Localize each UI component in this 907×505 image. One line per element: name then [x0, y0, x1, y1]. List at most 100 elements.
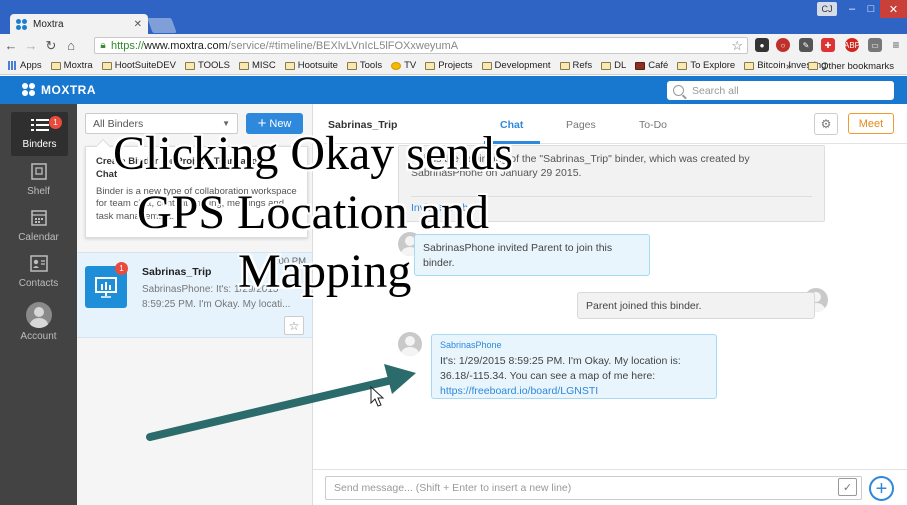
message-input[interactable]: Send message... (Shift + Enter to insert…: [325, 476, 862, 500]
bookmark-cafe[interactable]: Café: [635, 60, 668, 71]
folder-icon: [481, 61, 492, 70]
new-tab-button[interactable]: [147, 18, 177, 33]
folder-icon: [808, 62, 819, 70]
folder-icon: [239, 61, 249, 70]
folder-icon: [184, 61, 195, 70]
sabrinasphone-avatar: [398, 332, 422, 356]
invite-notice-bubble: SabrinasPhone invited Parent to join thi…: [414, 234, 650, 276]
stop-extension-icon[interactable]: ○: [776, 38, 790, 52]
bookmark-projects[interactable]: Projects: [425, 60, 473, 71]
binder-name: Sabrinas_Trip: [142, 266, 212, 278]
url-host: www.moxtra.com: [144, 39, 228, 52]
bookmark-development[interactable]: Development: [481, 60, 551, 71]
bookmark-tv[interactable]: TV: [391, 60, 416, 71]
meet-button[interactable]: Meet: [848, 113, 894, 134]
tab-close-icon[interactable]: ✕: [134, 19, 142, 30]
message-placeholder: Send message... (Shift + Enter to insert…: [334, 482, 572, 494]
moxtra-logo[interactable]: MOXTRA: [22, 83, 96, 97]
search-input[interactable]: Search all: [667, 81, 894, 100]
binder-settings-button[interactable]: ⚙: [814, 113, 838, 135]
caption-line-3: Mapping: [238, 245, 412, 298]
maximize-button[interactable]: □: [862, 0, 880, 18]
account-avatar-icon: [25, 302, 52, 328]
bookmark-star-icon[interactable]: ☆: [731, 38, 743, 54]
folder-icon: [346, 61, 357, 70]
bookmark-hootsuite[interactable]: Hootsuite: [284, 60, 338, 71]
message-sender: SabrinasPhone: [440, 340, 502, 350]
search-placeholder: Search all: [692, 84, 739, 97]
address-bar[interactable]: 🔒︎ https:// www.moxtra.com /service/#tim…: [94, 37, 748, 54]
message-text: SabrinasPhone invited Parent to join thi…: [423, 242, 613, 270]
bookmark-apps[interactable]: Apps: [8, 60, 42, 71]
chrome-menu-icon[interactable]: ≡: [889, 38, 903, 52]
pen-extension-icon[interactable]: ✎: [799, 38, 813, 52]
close-window-button[interactable]: ✕: [880, 0, 907, 18]
message-text: It's: 1/29/2015 8:59:25 PM. I'm Okay. My…: [440, 355, 681, 383]
other-bookmarks[interactable]: Other bookmarks: [808, 57, 894, 74]
binders-badge: 1: [49, 116, 62, 129]
bookmark-to-explore[interactable]: To Explore: [677, 60, 735, 71]
folder-icon: [744, 61, 755, 70]
add-plus-icon[interactable]: +: [869, 476, 894, 501]
binder-unread-badge: 1: [115, 262, 128, 275]
annotation-arrowhead: [384, 364, 416, 394]
folder-icon: [50, 61, 61, 70]
nav-calendar[interactable]: Calendar: [0, 209, 77, 243]
folder-icon: [677, 61, 688, 70]
bookmark-refs[interactable]: Refs: [559, 60, 592, 71]
tab-title: Moxtra: [33, 18, 64, 30]
reload-icon[interactable]: ↻: [42, 38, 60, 54]
bookmark-tools-caps[interactable]: TOOLS: [184, 60, 230, 71]
favorite-star-icon[interactable]: ☆: [284, 316, 304, 335]
joined-notice-bubble: Parent joined this binder.: [577, 292, 815, 319]
puzzle-extension-icon[interactable]: ✚: [821, 38, 835, 52]
shelf-icon: [30, 163, 47, 180]
member-settings-icon: ⚙: [820, 117, 832, 131]
adblock-extension-icon[interactable]: ABP: [844, 38, 860, 52]
folder-icon: [601, 61, 612, 70]
bookmark-misc[interactable]: MISC: [239, 60, 276, 71]
nav-shelf[interactable]: Shelf: [0, 163, 77, 197]
browser-tab[interactable]: Moxtra ✕: [10, 14, 148, 34]
minimize-button[interactable]: –: [842, 0, 862, 18]
moxtra-logo-icon: [22, 83, 36, 97]
map-link[interactable]: https://freeboard.io/board/LGNSTI: [440, 385, 598, 397]
tab-todo[interactable]: To-Do: [639, 119, 667, 131]
location-message-bubble: SabrinasPhone It's: 1/29/2015 8:59:25 PM…: [431, 334, 717, 399]
tv-icon: [391, 61, 402, 70]
bookmark-moxtra[interactable]: Moxtra: [50, 60, 93, 71]
folder-icon: [284, 61, 295, 70]
bookmark-hootsuitedev[interactable]: HootSuiteDEV: [101, 60, 176, 71]
home-icon[interactable]: ⌂: [62, 38, 80, 53]
contacts-icon: [29, 255, 48, 272]
mouse-cursor-icon: [370, 385, 385, 407]
caption-line-1: Clicking Okay sends: [113, 127, 513, 180]
bookmark-tools[interactable]: Tools: [346, 60, 382, 71]
profile-badge[interactable]: CJ: [817, 2, 837, 16]
tab-pages[interactable]: Pages: [566, 119, 596, 131]
calendar-icon: [30, 210, 47, 226]
forward-icon[interactable]: →: [22, 38, 40, 53]
bookmarks-bar: Apps Moxtra HootSuiteDEV TOOLS MISC Hoot…: [0, 57, 907, 75]
bookmark-dl[interactable]: DL: [601, 60, 626, 71]
caption-line-2: GPS Location and: [137, 186, 489, 239]
nav-contacts[interactable]: Contacts: [0, 255, 77, 289]
search-icon: [673, 85, 684, 96]
url-path: /service/#timeline/BEXlvLVnIcL5lFOXxweyu…: [227, 39, 459, 52]
nav-account[interactable]: Account: [0, 302, 77, 342]
apps-grid-icon: [8, 61, 17, 70]
extension-icon[interactable]: ●: [755, 38, 769, 52]
back-icon[interactable]: ←: [2, 38, 20, 53]
bookmarks-overflow-icon[interactable]: »: [786, 57, 791, 74]
todo-check-icon[interactable]: ✓: [838, 478, 857, 496]
message-text: Parent joined this binder.: [586, 300, 702, 312]
nav-binders[interactable]: Binders 1: [11, 112, 68, 156]
moxtra-favicon-icon: [16, 18, 28, 30]
folder-icon: [425, 61, 436, 70]
cast-icon[interactable]: ▭: [868, 38, 882, 52]
lock-icon: 🔒︎: [100, 40, 106, 51]
folder-icon: [559, 61, 570, 70]
binders-list-icon: [30, 119, 49, 131]
whiteboard-icon: [95, 277, 117, 298]
folder-icon: [101, 61, 112, 70]
